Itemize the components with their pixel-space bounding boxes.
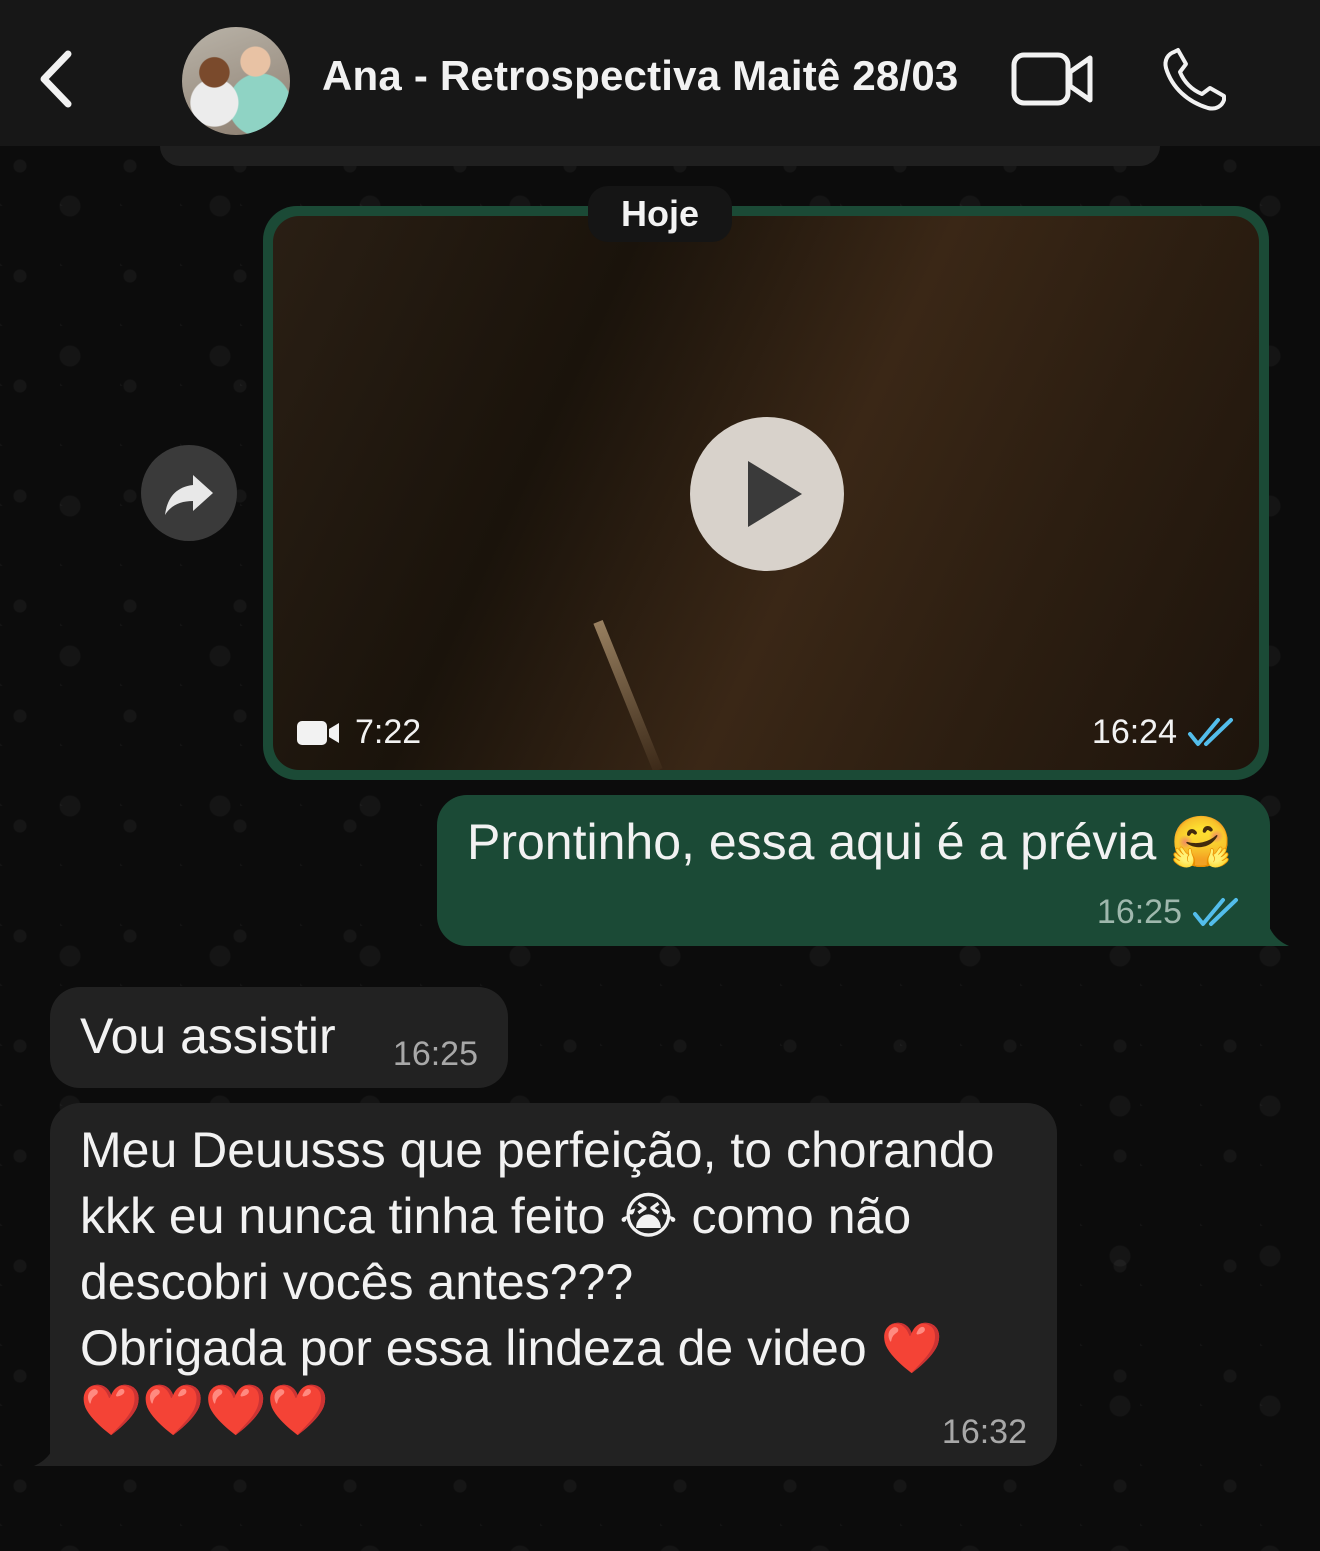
thumbnail-detail [593,619,663,770]
video-time-text: 16:24 [1091,713,1177,751]
outgoing-message[interactable]: Prontinho, essa aqui é a prévia 🤗 16:25 [437,795,1270,946]
message-line: descobri vocês antes??? [80,1254,634,1310]
chat-header: Ana - Retrospectiva Maitê 28/03 [0,0,1320,146]
video-message[interactable]: 7:22 16:24 [263,206,1269,780]
message-text: Vou assistir [80,1008,336,1064]
voice-call-button[interactable] [1160,46,1230,112]
double-check-read-icon [1188,717,1233,746]
message-line: Obrigada por essa lindeza de video ❤️ [80,1320,943,1376]
phone-icon [1163,48,1226,111]
message-line: kkk eu nunca tinha feito 😭 como não [80,1188,912,1244]
message-time: 16:25 [1096,893,1182,931]
chat-screen: Ana - Retrospectiva Maitê 28/03 7:22 16:… [0,0,1320,1551]
video-duration: 7:22 [295,713,421,752]
message-line: Meu Deuusss que perfeição, to chorando [80,1122,995,1178]
incoming-message[interactable]: Meu Deuusss que perfeição, to chorando k… [50,1103,1057,1466]
previous-message-edge [160,146,1160,166]
play-icon [748,461,802,527]
message-meta: 16:25 [1097,893,1242,932]
video-camera-icon [297,720,339,745]
incoming-message[interactable]: Vou assistir 16:25 [50,987,508,1088]
video-timestamp: 16:24 [1092,713,1237,752]
chat-title[interactable]: Ana - Retrospectiva Maitê 28/03 [322,52,958,100]
video-call-button[interactable] [1010,50,1094,108]
message-time: 16:25 [392,1035,478,1073]
date-separator: Hoje [588,186,732,242]
play-button[interactable] [690,417,844,571]
chevron-left-icon [40,50,72,108]
video-thumbnail[interactable]: 7:22 16:24 [273,216,1259,770]
video-camera-icon [1011,52,1093,106]
double-check-read-icon [1193,897,1238,926]
message-time: 16:32 [941,1413,1027,1451]
video-duration-text: 7:22 [355,713,422,751]
back-button[interactable] [30,46,86,112]
forward-button[interactable] [141,445,237,541]
message-line: ❤️❤️❤️❤️ [80,1382,330,1438]
message-text: Prontinho, essa aqui é a prévia 🤗 [467,814,1233,870]
forward-arrow-icon [165,475,213,515]
contact-avatar[interactable] [182,27,290,135]
